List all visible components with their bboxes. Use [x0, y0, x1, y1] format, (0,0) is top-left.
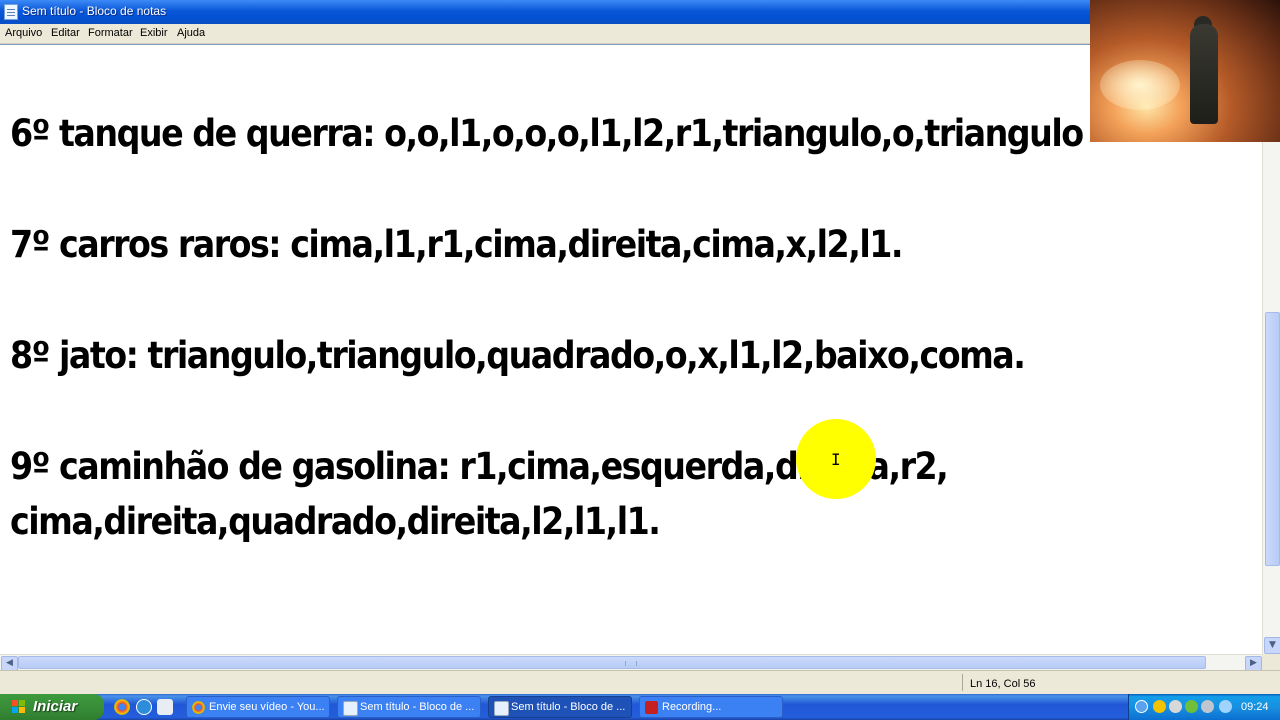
system-tray: 09:24 — [1128, 694, 1280, 720]
menu-editar[interactable]: Editar — [51, 27, 80, 39]
taskbar-task[interactable]: Sem título - Bloco de ... — [337, 696, 481, 718]
scroll-left-icon[interactable]: ◀ — [1, 656, 18, 671]
windows-logo-icon — [12, 700, 26, 714]
text-line: 6º tanque de querra: o,o,l1,o,o,o,l1,l2,… — [10, 112, 1084, 155]
text-editor[interactable]: 6º tanque de querra: o,o,l1,o,o,o,l1,l2,… — [0, 44, 1262, 655]
menu-exibir[interactable]: Exibir — [140, 27, 168, 39]
chrome-icon — [192, 701, 205, 714]
internet-explorer-icon[interactable] — [136, 699, 152, 715]
window-title: Sem título - Bloco de notas — [22, 4, 167, 18]
security-shield-icon[interactable] — [1153, 700, 1166, 713]
expand-tray-icon[interactable] — [1135, 700, 1148, 713]
grip-icon — [625, 661, 637, 666]
menu-bar: Arquivo Editar Formatar Exibir Ajuda — [0, 24, 1280, 44]
scroll-down-icon[interactable]: ▼ — [1264, 637, 1280, 654]
task-label: Sem título - Bloco de ... — [511, 701, 626, 713]
antivirus-icon[interactable] — [1185, 700, 1198, 713]
horizontal-scrollbar[interactable]: ◀ ▶ — [0, 654, 1262, 671]
network-icon[interactable] — [1169, 700, 1182, 713]
menu-arquivo[interactable]: Arquivo — [5, 27, 42, 39]
scroll-right-icon[interactable]: ▶ — [1245, 656, 1262, 671]
scrollbar-corner — [1262, 654, 1280, 670]
task-label: Envie seu vídeo - You... — [209, 701, 325, 713]
text-line: cima,direita,quadrado,direita,l2,l1,l1. — [10, 500, 661, 543]
taskbar-task[interactable]: Recording... — [639, 696, 783, 718]
soldier-figure — [1190, 24, 1218, 124]
notepad-icon — [494, 701, 509, 716]
start-label: Iniciar — [33, 698, 78, 715]
taskbar-task-active[interactable]: Sem título - Bloco de ... — [488, 696, 632, 718]
status-bar: Ln 16, Col 56 — [0, 670, 1280, 695]
volume-icon[interactable] — [1219, 700, 1232, 713]
task-label: Recording... — [662, 701, 722, 713]
text-cursor-icon: I — [831, 450, 841, 469]
vertical-scroll-thumb[interactable] — [1265, 312, 1280, 566]
show-desktop-icon[interactable] — [157, 699, 173, 715]
menu-formatar[interactable]: Formatar — [88, 27, 133, 39]
chrome-icon[interactable] — [114, 699, 130, 715]
text-line: 8º jato: triangulo,triangulo,quadrado,o,… — [10, 334, 1026, 377]
cursor-position: Ln 16, Col 56 — [970, 678, 1036, 690]
window-titlebar[interactable]: Sem título - Bloco de notas — [0, 0, 1280, 24]
start-button[interactable]: Iniciar — [0, 694, 104, 720]
app-tray-icon[interactable] — [1201, 700, 1214, 713]
horizontal-scroll-thumb[interactable] — [18, 656, 1206, 669]
taskbar-task[interactable]: Envie seu vídeo - You... — [186, 696, 330, 718]
recording-icon — [645, 701, 658, 714]
webcam-overlay — [1090, 0, 1280, 142]
text-line: 7º carros raros: cima,l1,r1,cima,direita… — [10, 223, 904, 266]
menu-ajuda[interactable]: Ajuda — [177, 27, 205, 39]
explosion-glow — [1100, 60, 1180, 110]
status-divider — [962, 674, 963, 691]
notepad-icon — [343, 701, 358, 716]
taskbar: Iniciar Envie seu vídeo - You... Sem tít… — [0, 694, 1280, 720]
notepad-icon[interactable] — [4, 4, 18, 20]
clock[interactable]: 09:24 — [1241, 701, 1269, 713]
task-label: Sem título - Bloco de ... — [360, 701, 475, 713]
